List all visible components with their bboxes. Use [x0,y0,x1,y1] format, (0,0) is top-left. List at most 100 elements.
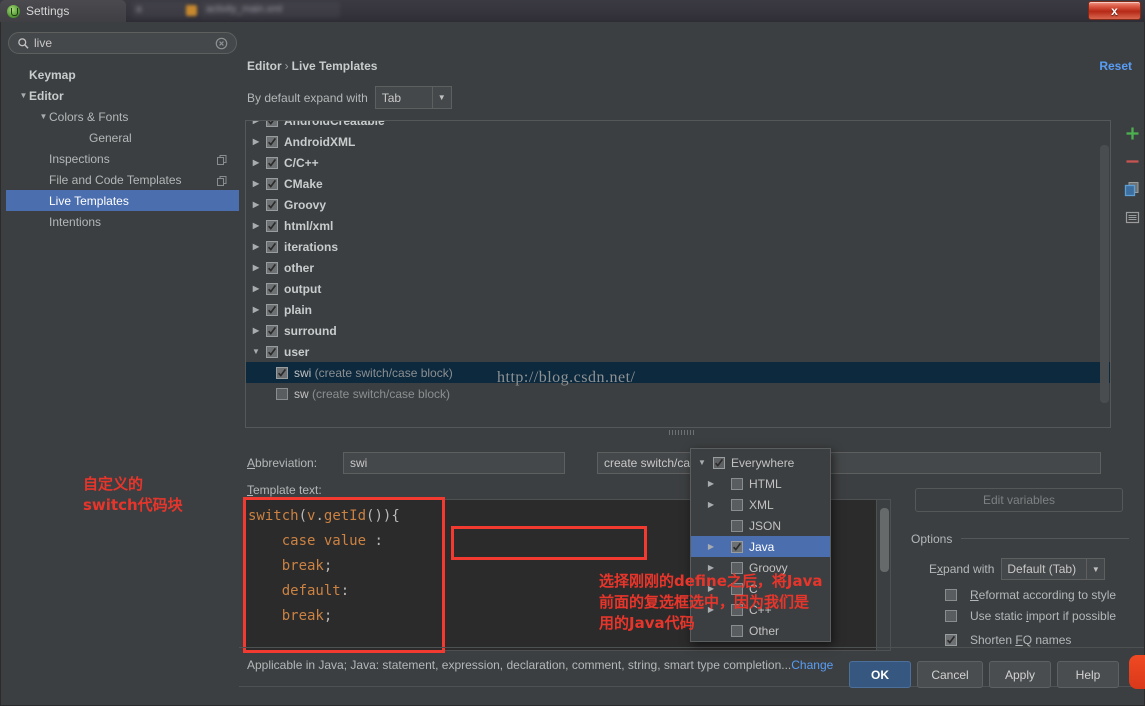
chevron-right-icon[interactable]: ▶ [691,542,731,551]
checkbox-checked-icon[interactable] [266,198,278,211]
language-row-groovy[interactable]: ▶ Groovy [691,557,830,578]
tree-row[interactable]: ▶ surround [246,320,1110,341]
tree-row[interactable]: ▼ user [246,341,1110,362]
sidebar-item-keymap[interactable]: Keymap [6,64,239,85]
ok-button[interactable]: OK [849,661,911,688]
checkbox-unchecked-icon[interactable] [731,561,743,574]
checkbox-checked-icon[interactable] [266,324,278,337]
tree-row[interactable]: ▶ iterations [246,236,1110,257]
expand-with-select[interactable]: Default (Tab) ▼ [1001,558,1106,580]
chevron-right-icon[interactable]: ▶ [246,284,266,293]
checkbox-checked-icon[interactable] [266,177,278,190]
copy-template-button[interactable] [1119,176,1145,202]
checkbox-checked-icon[interactable] [945,634,957,646]
default-expand-select[interactable]: Tab ▼ [374,86,452,109]
checkbox-checked-icon[interactable] [266,156,278,169]
chevron-right-icon[interactable]: ▶ [691,605,731,614]
sidebar-item-inspections[interactable]: Inspections [6,148,239,169]
checkbox-unchecked-icon[interactable] [945,610,957,622]
checkbox-checked-icon[interactable] [266,303,278,316]
checkbox-checked-icon[interactable] [266,121,278,127]
chevron-right-icon[interactable]: ▶ [246,221,266,230]
chevron-right-icon[interactable]: ▶ [691,500,731,509]
checkbox-checked-icon[interactable] [276,366,288,379]
chevron-right-icon[interactable]: ▶ [246,200,266,209]
tree-row[interactable]: ▶ AndroidXML [246,131,1110,152]
checkbox-checked-icon[interactable] [266,135,278,148]
sidebar-item-colors-fonts[interactable]: ▼ Colors & Fonts [6,106,239,127]
remove-template-button[interactable] [1119,148,1145,174]
tree-row[interactable]: ▶ html/xml [246,215,1110,236]
search-input[interactable]: live [8,32,237,54]
tree-row[interactable]: ▶ Groovy [246,194,1110,215]
language-row-c[interactable]: ▶ C [691,578,830,599]
template-groups-button[interactable] [1119,204,1145,230]
live-templates-tree[interactable]: ▶ AndroidCreatable ▶ AndroidXML ▶ C/C++ ▶ CMa… [245,120,1111,428]
sidebar-item-editor[interactable]: ▼ Editor [6,85,239,106]
checkbox-unchecked-icon[interactable] [731,477,743,490]
splitter-handle[interactable] [669,430,695,435]
tree-row[interactable]: ▶ CMake [246,173,1110,194]
chevron-down-icon[interactable]: ▼ [246,347,266,356]
checkbox-unchecked-icon[interactable] [731,603,743,616]
option-checkbox-use-static-import-if-possible[interactable]: Use static import if possible [945,609,1116,623]
tree-row[interactable]: ▶ plain [246,299,1110,320]
checkbox-checked-icon[interactable] [266,261,278,274]
add-template-button[interactable] [1119,120,1145,146]
checkbox-unchecked-icon[interactable] [731,624,743,637]
language-row-xml[interactable]: ▶ XML [691,494,830,515]
checkbox-checked-icon[interactable] [266,219,278,232]
checkbox-unchecked-icon[interactable] [945,589,957,601]
language-row-json[interactable]: JSON [691,515,830,536]
apply-button[interactable]: Apply [989,661,1051,688]
tree-row[interactable]: sw (create switch/case block) [246,383,1110,404]
chevron-right-icon[interactable]: ▶ [246,305,266,314]
code-scrollbar-thumb[interactable] [880,508,889,572]
checkbox-checked-icon[interactable] [731,540,743,553]
chevron-right-icon[interactable]: ▶ [246,242,266,251]
clear-circle-icon[interactable] [215,37,228,50]
cancel-button[interactable]: Cancel [917,661,983,688]
chevron-right-icon[interactable]: ▶ [246,179,266,188]
chevron-right-icon[interactable]: ▶ [246,158,266,167]
language-row-c[interactable]: ▶ C++ [691,599,830,620]
checkbox-checked-icon[interactable] [266,345,278,358]
edit-variables-button[interactable]: Edit variables [915,488,1123,512]
tree-row[interactable]: ▶ output [246,278,1110,299]
chevron-right-icon[interactable]: ▶ [246,326,266,335]
code-vertical-scrollbar[interactable] [876,500,890,650]
sidebar-item-live-templates[interactable]: Live Templates [6,190,239,211]
breadcrumb-root[interactable]: Editor [247,59,282,73]
option-checkbox-shorten-fq-names[interactable]: Shorten FQ names [945,633,1071,647]
tree-row-partial[interactable]: ▶ AndroidCreatable [246,121,1110,131]
checkbox-checked-icon[interactable] [266,240,278,253]
chevron-right-icon[interactable]: ▶ [691,563,731,572]
sidebar-item-general[interactable]: General [6,127,239,148]
tree-row[interactable]: swi (create switch/case block) [246,362,1110,383]
tree-vertical-scrollbar[interactable] [1100,145,1109,403]
help-button[interactable]: Help [1057,661,1119,688]
reset-link[interactable]: Reset [1099,59,1132,73]
language-row-java[interactable]: ▶ Java [691,536,830,557]
checkbox-checked-icon[interactable] [266,282,278,295]
chevron-right-icon[interactable]: ▶ [246,137,266,146]
chevron-right-icon[interactable]: ▶ [691,584,731,593]
chevron-right-icon[interactable]: ▶ [691,479,731,488]
checkbox-checked-icon[interactable] [713,456,725,469]
description-input[interactable]: create switch/case block [597,452,1101,474]
abbreviation-input[interactable]: swi [343,452,565,474]
chevron-down-icon[interactable]: ▼ [691,458,713,467]
checkbox-unchecked-icon[interactable] [276,387,288,400]
language-row-html[interactable]: ▶ HTML [691,473,830,494]
tree-row[interactable]: ▶ other [246,257,1110,278]
sidebar-item-file-and-code-templates[interactable]: File and Code Templates [6,169,239,190]
applicable-contexts-popup[interactable]: ▼ Everywhere ▶ HTML ▶ XML JSON ▶ Java ▶ Groovy ▶ C ▶ C… [690,448,831,642]
option-checkbox-reformat-according-to-style[interactable]: Reformat according to style [945,588,1116,602]
sidebar-item-intentions[interactable]: Intentions [6,211,239,232]
chevron-right-icon[interactable]: ▶ [246,263,266,272]
language-row-everywhere[interactable]: ▼ Everywhere [691,452,830,473]
tree-row[interactable]: ▶ C/C++ [246,152,1110,173]
checkbox-unchecked-icon[interactable] [731,582,743,595]
checkbox-unchecked-icon[interactable] [731,519,743,532]
language-row-other[interactable]: Other [691,620,830,641]
